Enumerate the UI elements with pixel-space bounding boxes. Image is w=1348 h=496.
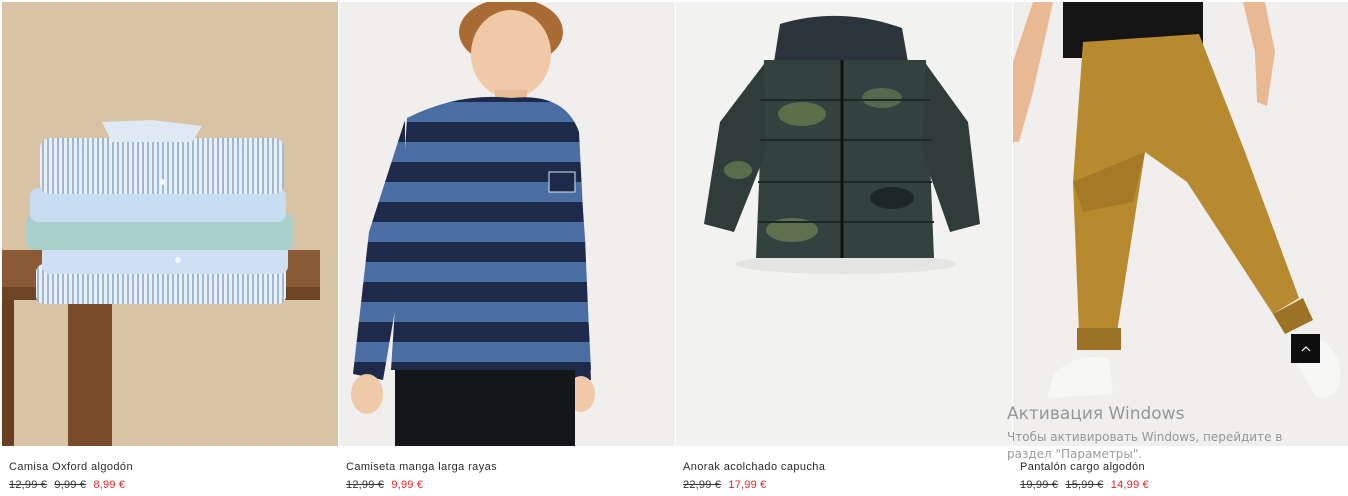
product-name[interactable]: Camiseta manga larga rayas [346,460,667,474]
product-image-shirts[interactable] [2,2,338,446]
product-name[interactable]: Anorak acolchado capucha [683,460,1004,474]
product-prices: 12,99 € 9,99 € 8,99 € [9,478,330,492]
product-info: Camisa Oxford algodón 12,99 € 9,99 € 8,9… [9,460,330,492]
product-prices: 12,99 € 9,99 € [346,478,667,492]
product-name[interactable]: Camisa Oxford algodón [9,460,330,474]
product-name[interactable]: Pantalón cargo algodón [1020,460,1341,474]
product-card[interactable]: Camiseta manga larga rayas 12,99 € 9,99 … [339,2,675,496]
product-image-striped-tee[interactable] [339,2,675,446]
product-image-camo-jacket[interactable] [676,2,1012,446]
product-image-cargo-pants[interactable] [1013,2,1348,446]
sale-price: 14,99 € [1110,479,1149,491]
product-prices: 19,99 € 15,99 € 14,99 € [1020,478,1341,492]
original-price: 12,99 € [9,479,48,491]
original-price: 12,99 € [346,479,385,491]
product-grid: Camisa Oxford algodón 12,99 € 9,99 € 8,9… [2,2,1348,496]
original-price: 22,99 € [683,479,722,491]
product-info: Pantalón cargo algodón 19,99 € 15,99 € 1… [1020,460,1341,492]
product-info: Camiseta manga larga rayas 12,99 € 9,99 … [346,460,667,492]
product-card[interactable]: Anorak acolchado capucha 22,99 € 17,99 € [676,2,1012,496]
product-info: Anorak acolchado capucha 22,99 € 17,99 € [683,460,1004,492]
scroll-to-top-button[interactable] [1291,334,1320,363]
previous-price: 9,99 € [54,479,87,491]
product-card[interactable]: Pantalón cargo algodón 19,99 € 15,99 € 1… [1013,2,1348,496]
sale-price: 9,99 € [391,479,424,491]
product-prices: 22,99 € 17,99 € [683,478,1004,492]
product-card[interactable]: Camisa Oxford algodón 12,99 € 9,99 € 8,9… [2,2,338,496]
sale-price: 8,99 € [93,479,126,491]
sale-price: 17,99 € [728,479,767,491]
previous-price: 15,99 € [1065,479,1104,491]
original-price: 19,99 € [1020,479,1059,491]
chevron-up-icon [1301,345,1310,351]
